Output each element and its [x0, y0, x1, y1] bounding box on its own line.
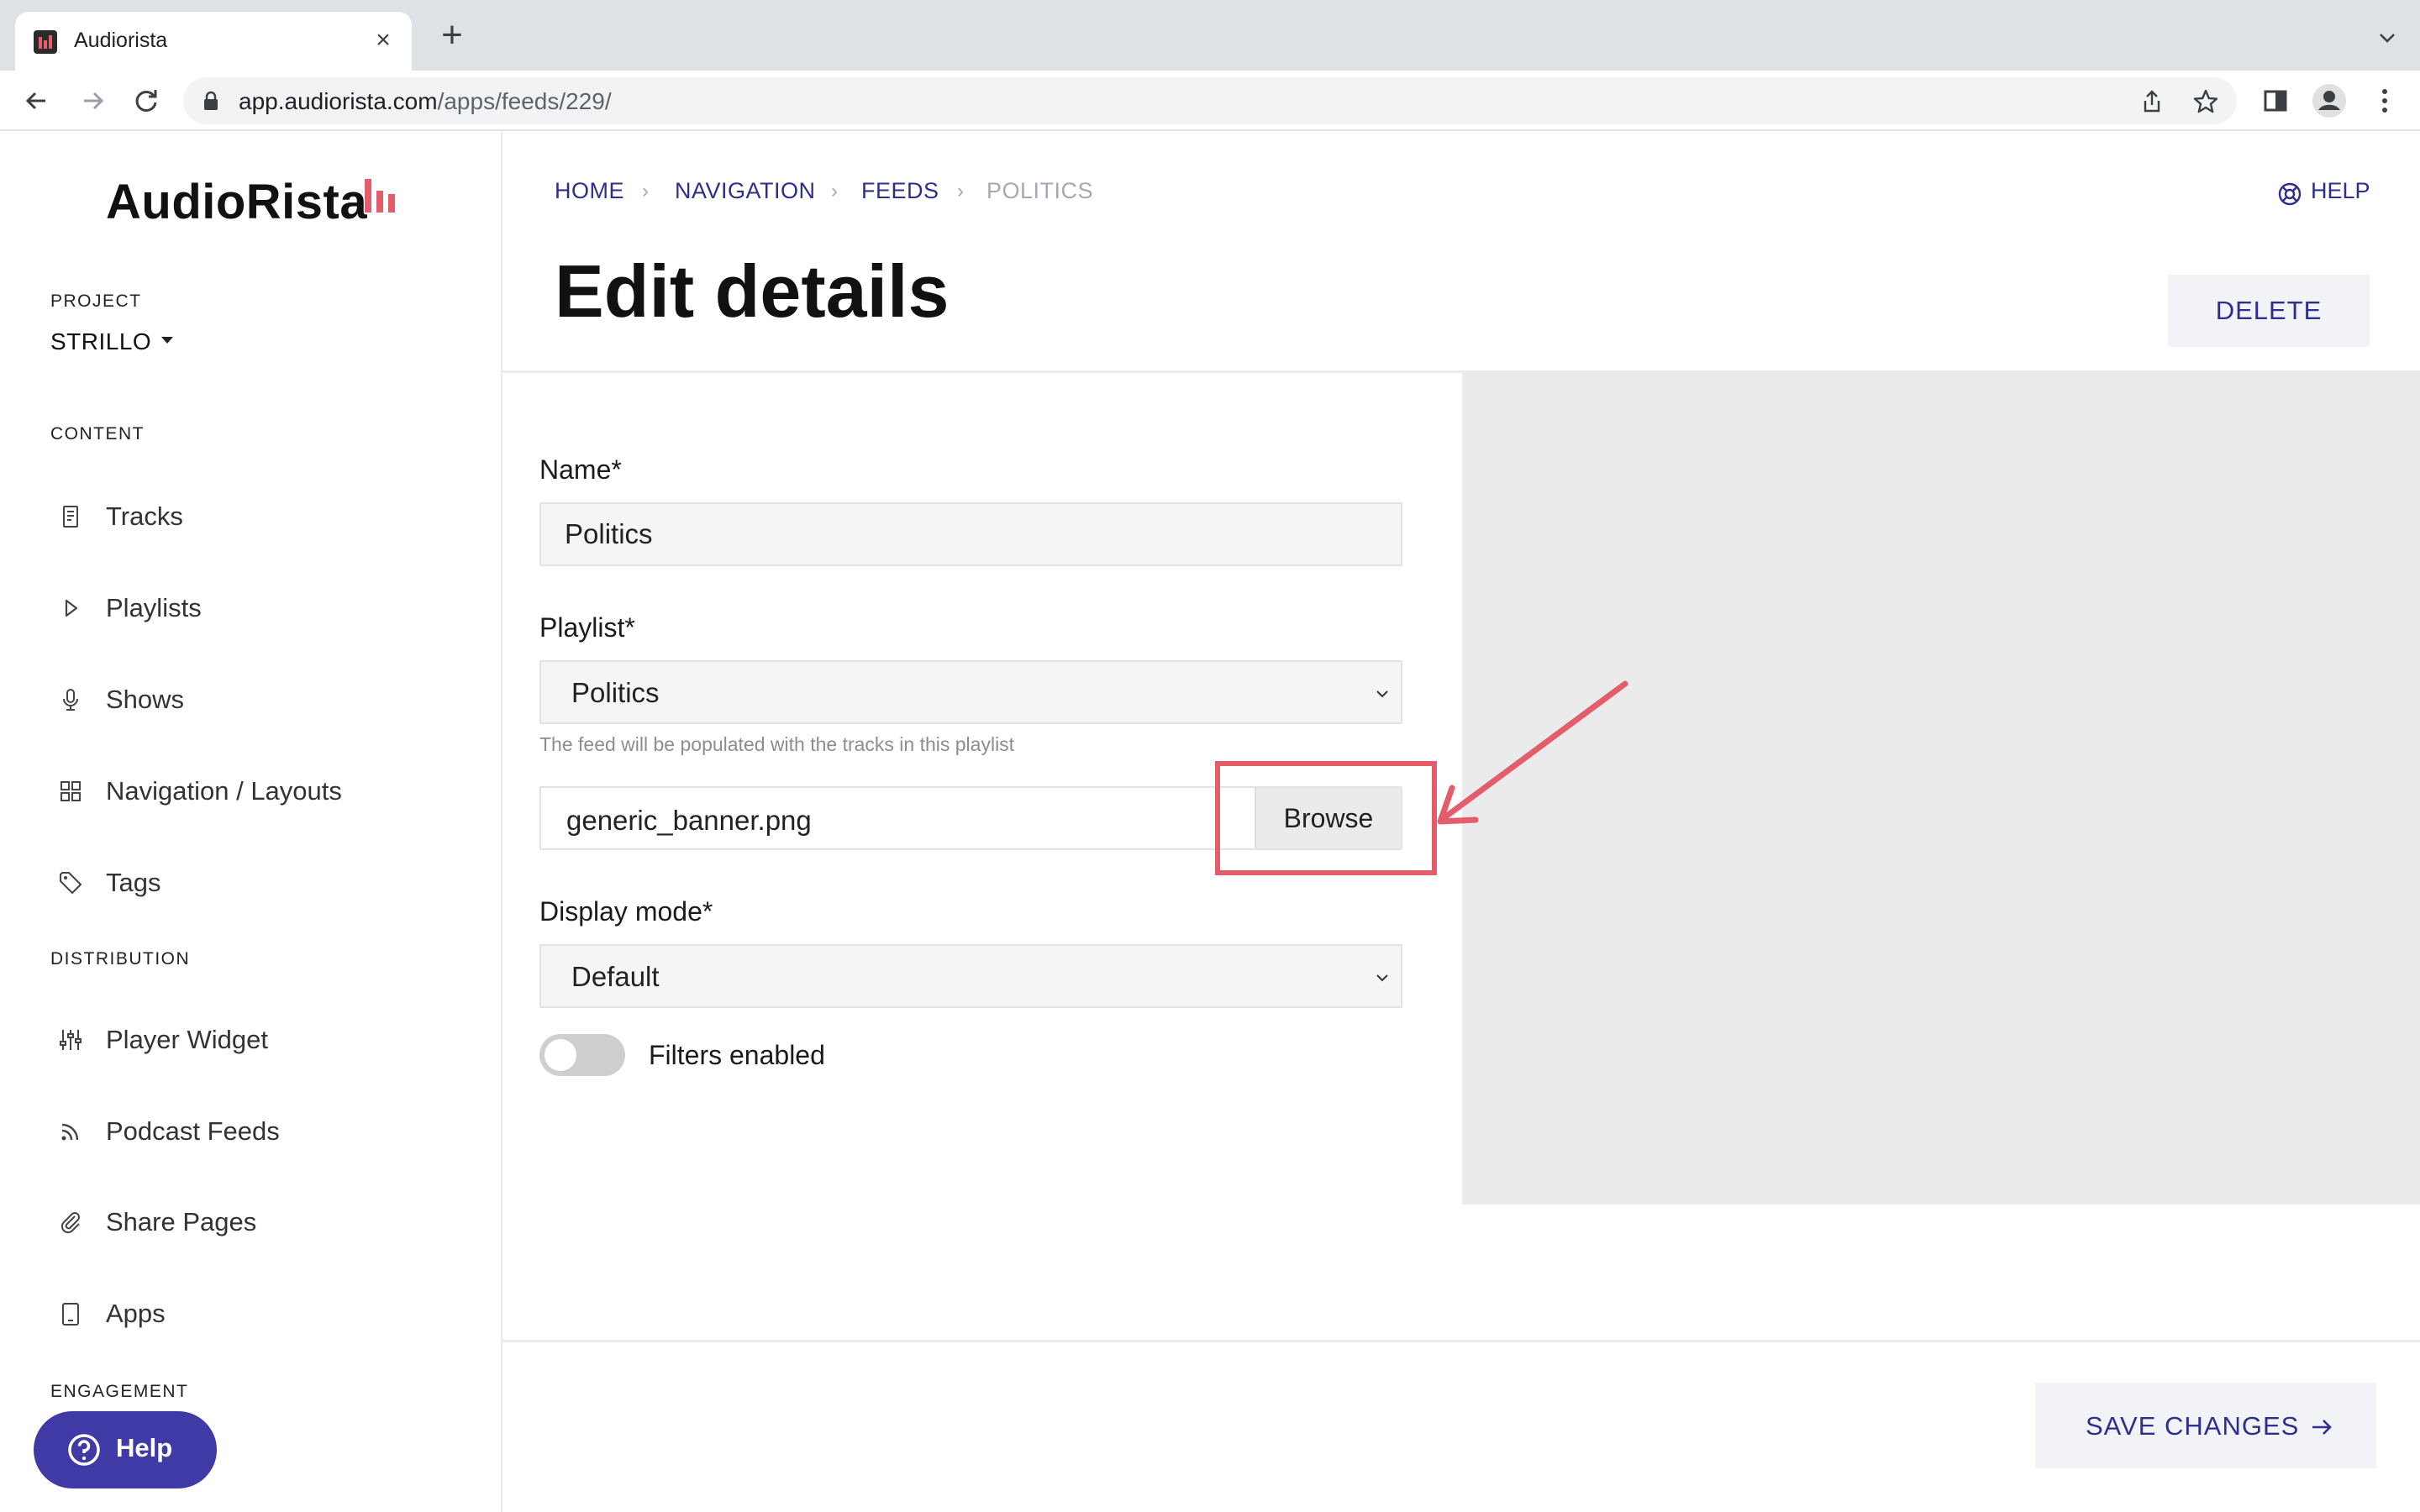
save-changes-label: SAVE CHANGES	[2086, 1411, 2300, 1441]
filters-toggle-label: Filters enabled	[649, 1040, 825, 1070]
sidebar-item-share-pages[interactable]: Share Pages	[50, 1197, 471, 1247]
display-mode-field-label: Display mode*	[539, 896, 713, 927]
sidebar-item-label: Tracks	[106, 501, 183, 531]
url-text: app.audiorista.com/apps/feeds/229/	[239, 88, 612, 115]
sidebar-item-player-widget[interactable]: Player Widget	[50, 1015, 471, 1065]
logo-bars-icon	[365, 179, 398, 213]
profile-avatar-icon[interactable]	[2311, 82, 2348, 119]
help-link-label: HELP	[2311, 178, 2370, 203]
sidebar: AudioRista PROJECT STRILLO CONTENT Track…	[0, 132, 502, 1512]
playlist-select-value: Politics	[571, 677, 660, 708]
chevron-down-icon	[1376, 690, 1388, 698]
distribution-section-label: DISTRIBUTION	[50, 949, 191, 969]
tablet-icon	[62, 1303, 79, 1326]
project-selector[interactable]: STRILLO	[50, 328, 174, 355]
reload-icon[interactable]	[128, 82, 165, 119]
page-title: Edit details	[555, 249, 950, 333]
playlist-help-text: The feed will be populated with the trac…	[539, 733, 1015, 755]
question-circle-icon	[68, 1434, 100, 1466]
tab-title: Audiorista	[74, 29, 168, 52]
address-bar[interactable]: app.audiorista.com/apps/feeds/229/	[183, 77, 2237, 124]
favicon-icon	[34, 30, 57, 54]
sidebar-item-label: Share Pages	[106, 1207, 257, 1236]
content-section-label: CONTENT	[50, 424, 145, 444]
chevron-right-icon: ›	[642, 180, 650, 202]
engagement-section-label: ENGAGEMENT	[50, 1382, 189, 1401]
sidebar-item-label: Tags	[106, 868, 161, 897]
filters-toggle[interactable]	[539, 1034, 625, 1076]
tab-search-chevron-icon[interactable]	[2375, 25, 2400, 50]
microphone-icon	[63, 689, 78, 711]
toggle-knob	[544, 1039, 576, 1071]
rss-icon	[61, 1123, 79, 1141]
browser-tab[interactable]: Audiorista ×	[15, 12, 412, 71]
arrow-right-icon	[2312, 1420, 2332, 1435]
breadcrumb-feeds[interactable]: FEEDS	[861, 178, 939, 204]
app-logo-text: AudioRista	[106, 175, 368, 229]
sidebar-item-shows[interactable]: Shows	[50, 675, 471, 725]
breadcrumb-home[interactable]: HOME	[555, 178, 624, 204]
side-panel-icon[interactable]	[2257, 82, 2294, 119]
forward-arrow-icon[interactable]	[74, 82, 111, 119]
browser-toolbar: app.audiorista.com/apps/feeds/229/	[0, 71, 2420, 131]
back-arrow-icon[interactable]	[18, 82, 55, 119]
file-name-text: generic_banner.png	[566, 805, 812, 836]
chevron-down-icon	[1376, 974, 1388, 982]
bookmark-star-icon[interactable]	[2191, 87, 2220, 116]
caret-down-icon	[161, 336, 174, 344]
document-icon	[63, 506, 78, 528]
grid-icon	[60, 781, 81, 801]
name-input[interactable]	[539, 502, 1402, 566]
chevron-right-icon: ›	[957, 180, 965, 202]
sidebar-item-label: Shows	[106, 685, 185, 714]
annotation-arrow-icon	[1437, 680, 1628, 825]
sliders-icon	[60, 1030, 82, 1050]
sidebar-item-label: Podcast Feeds	[106, 1116, 280, 1146]
help-chat-label: Help	[116, 1433, 173, 1462]
url-host: app.audiorista.com	[239, 88, 438, 114]
sidebar-item-label: Navigation / Layouts	[106, 776, 342, 806]
sidebar-item-apps[interactable]: Apps	[50, 1289, 471, 1339]
sidebar-item-label: Player Widget	[106, 1025, 268, 1054]
playlist-select[interactable]: Politics	[539, 660, 1402, 724]
footer-divider	[502, 1340, 2420, 1342]
breadcrumb-navigation[interactable]: NAVIGATION	[675, 178, 816, 204]
display-mode-select-value: Default	[571, 961, 660, 992]
browser-menu-icon[interactable]	[2366, 82, 2403, 119]
save-changes-button[interactable]: SAVE CHANGES	[2035, 1383, 2376, 1468]
new-tab-icon[interactable]: +	[437, 17, 467, 54]
delete-button[interactable]: DELETE	[2168, 275, 2370, 347]
browser-tabstrip: Audiorista × +	[0, 0, 2420, 71]
paperclip-icon	[60, 1212, 80, 1234]
sidebar-item-navigation-layouts[interactable]: Navigation / Layouts	[50, 766, 471, 816]
help-chat-button[interactable]: Help	[34, 1411, 217, 1488]
sidebar-item-tags[interactable]: Tags	[50, 858, 471, 908]
tab-close-icon[interactable]: ×	[370, 27, 397, 54]
annotation-highlight-box	[1215, 761, 1437, 875]
name-field-label: Name*	[539, 454, 622, 485]
project-section-label: PROJECT	[50, 291, 142, 311]
tag-icon	[60, 872, 82, 894]
lifebuoy-icon	[2278, 182, 2302, 206]
display-mode-select[interactable]: Default	[539, 944, 1402, 1008]
breadcrumb-current: POLITICS	[986, 178, 1094, 203]
sidebar-item-label: Apps	[106, 1299, 166, 1328]
sidebar-item-podcast-feeds[interactable]: Podcast Feeds	[50, 1106, 471, 1157]
playlist-field-label: Playlist*	[539, 612, 635, 643]
project-name: STRILLO	[50, 328, 152, 354]
sidebar-item-label: Playlists	[106, 593, 202, 622]
sidebar-item-playlists[interactable]: Playlists	[50, 583, 471, 633]
lock-icon	[204, 91, 218, 110]
play-icon	[65, 599, 78, 617]
url-path: /apps/feeds/229/	[437, 88, 612, 114]
share-icon[interactable]	[2138, 87, 2166, 116]
chevron-right-icon: ›	[831, 180, 839, 202]
sidebar-item-tracks[interactable]: Tracks	[50, 491, 471, 542]
